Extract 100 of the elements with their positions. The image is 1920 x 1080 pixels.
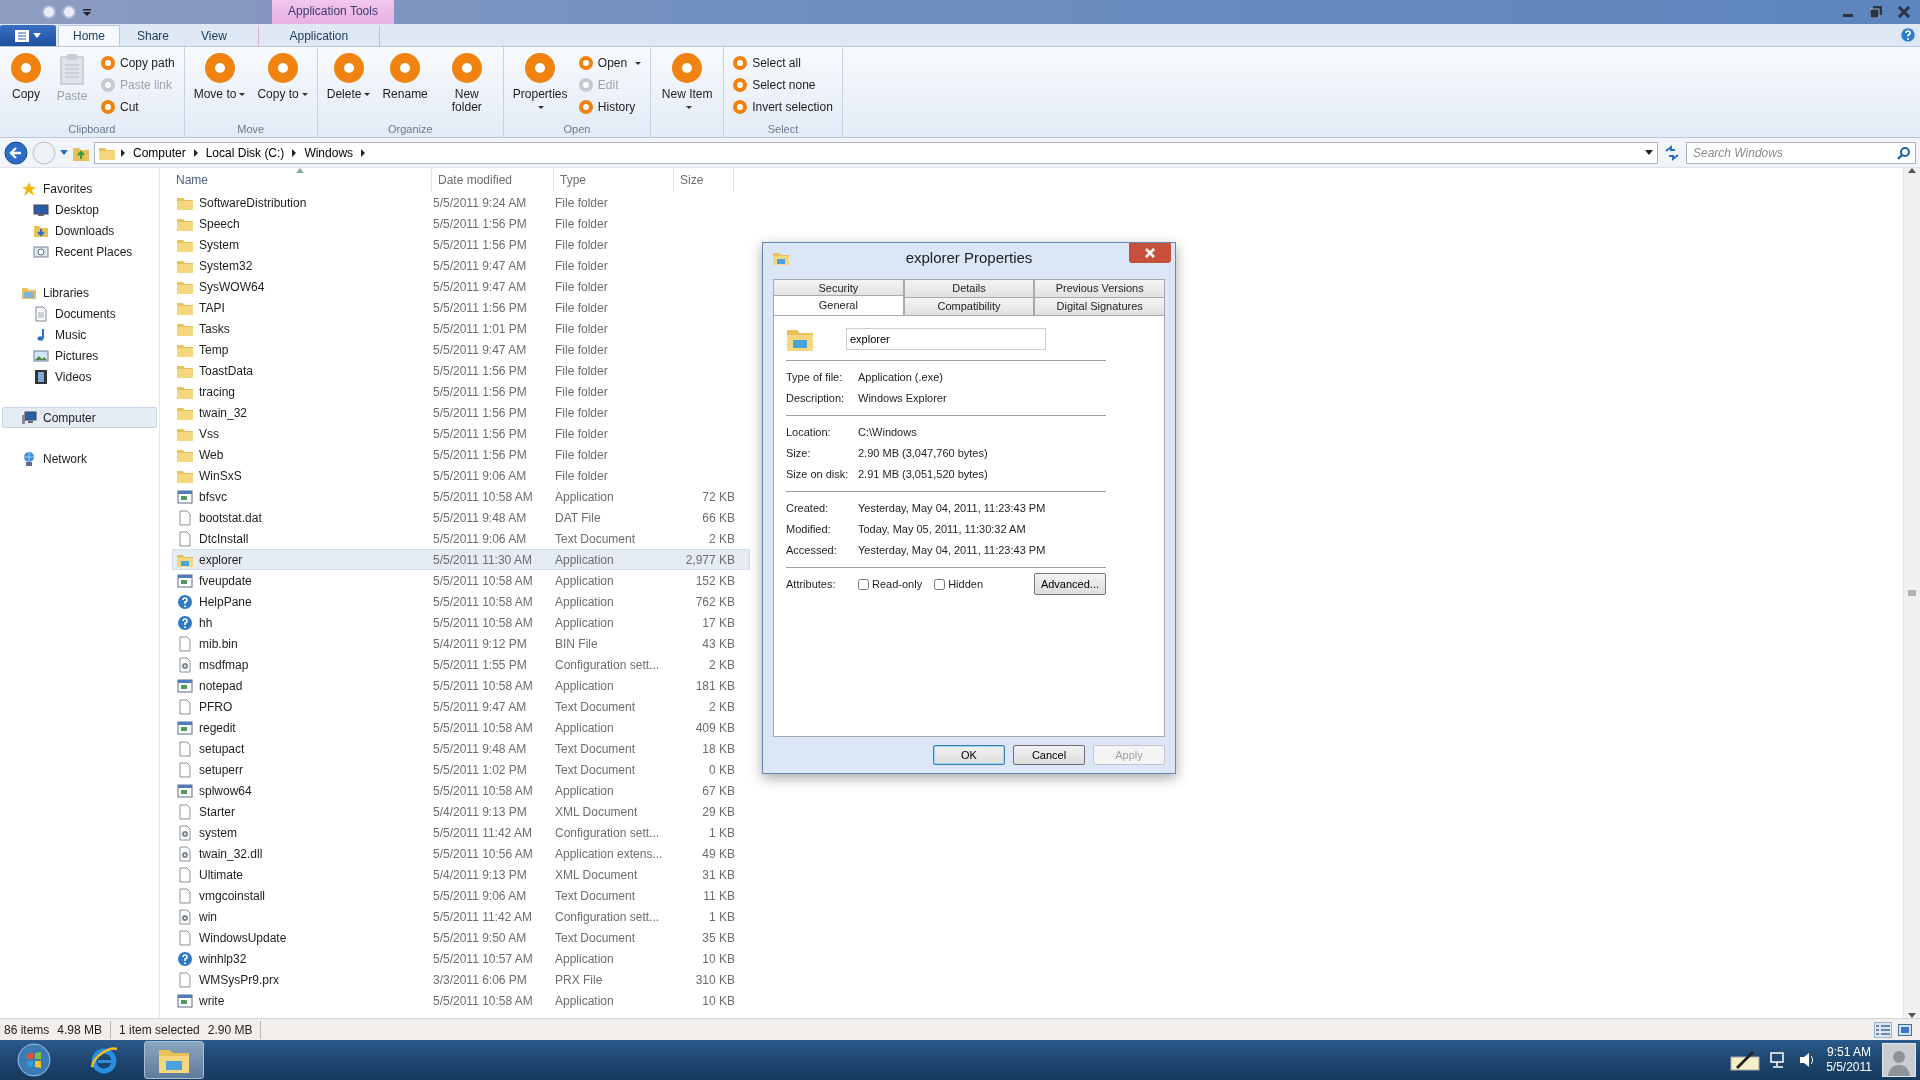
ribbon-button[interactable]: New Item [657, 51, 718, 121]
quick-access-icon[interactable] [42, 5, 56, 19]
navigation-item[interactable]: Favorites [2, 178, 157, 199]
column-header[interactable]: Date modified [432, 168, 554, 192]
breadcrumb[interactable]: Local Disk (C:) [203, 143, 287, 162]
file-row[interactable]: Starter 5/4/2011 9:13 PM XML Document 29 KB [172, 801, 750, 822]
file-row[interactable]: fveupdate 5/5/2011 10:58 AM Application 152 KB [172, 570, 750, 591]
file-row[interactable]: vmgcoinstall 5/5/2011 9:06 AM Text Document 11 KB [172, 885, 750, 906]
navigation-item[interactable]: Music [2, 324, 157, 345]
navigation-item[interactable]: Computer [2, 407, 157, 428]
file-row[interactable]: Vss 5/5/2011 1:56 PM File folder [172, 423, 750, 444]
navigation-item[interactable]: Recent Places [2, 241, 157, 262]
file-row[interactable]: write 5/5/2011 10:58 AM Application 10 KB [172, 990, 750, 1011]
restore-icon[interactable] [1870, 6, 1882, 18]
breadcrumb[interactable]: Windows [302, 143, 356, 162]
search-field[interactable]: Search Windows [1686, 141, 1916, 164]
file-row[interactable]: notepad 5/5/2011 10:58 AM Application 181 KB [172, 675, 750, 696]
file-row[interactable]: system 5/5/2011 11:42 AM Configuration sett... 1 KB [172, 822, 750, 843]
file-row[interactable]: twain_32 5/5/2011 1:56 PM File folder [172, 402, 750, 423]
navigation-item[interactable]: Downloads [2, 220, 157, 241]
file-row[interactable]: tracing 5/5/2011 1:56 PM File folder [172, 381, 750, 402]
file-row[interactable]: Ultimate 5/4/2011 9:13 PM XML Document 31 KB [172, 864, 750, 885]
column-header[interactable]: Type [554, 168, 674, 192]
file-row[interactable]: Tasks 5/5/2011 1:01 PM File folder [172, 318, 750, 339]
dialog-tab[interactable]: General [773, 295, 904, 315]
file-row[interactable]: Speech 5/5/2011 1:56 PM File folder [172, 213, 750, 234]
ribbon-button[interactable]: Cut [98, 97, 178, 117]
navigation-item[interactable]: Libraries [2, 282, 157, 303]
close-icon[interactable] [1898, 6, 1910, 18]
navigation-item[interactable]: Videos [2, 366, 157, 387]
dialog-button[interactable]: OK [933, 745, 1005, 765]
user-avatar[interactable] [1882, 1043, 1916, 1077]
file-row[interactable]: TAPI 5/5/2011 1:56 PM File folder [172, 297, 750, 318]
file-row[interactable]: setuperr 5/5/2011 1:02 PM Text Document 0 KB [172, 759, 750, 780]
file-row[interactable]: bfsvc 5/5/2011 10:58 AM Application 72 KB [172, 486, 750, 507]
dialog-button[interactable]: Cancel [1013, 745, 1085, 765]
file-row[interactable]: WMSysPr9.prx 3/3/2011 6:06 PM PRX File 310 KB [172, 969, 750, 990]
ribbon-button[interactable]: Move to [190, 51, 249, 121]
file-row[interactable]: WinSxS 5/5/2011 9:06 AM File folder [172, 465, 750, 486]
file-row[interactable]: msdfmap 5/5/2011 1:55 PM Configuration sett... 2 KB [172, 654, 750, 675]
close-button[interactable] [1129, 243, 1171, 263]
file-row[interactable]: setupact 5/5/2011 9:48 AM Text Document 18 KB [172, 738, 750, 759]
file-row[interactable]: SoftwareDistribution 5/5/2011 9:24 AM File folder [172, 192, 750, 213]
column-header[interactable]: Size [674, 168, 734, 192]
ribbon-tab[interactable]: View [186, 25, 242, 46]
file-row[interactable]: win 5/5/2011 11:42 AM Configuration sett... 1 KB [172, 906, 750, 927]
ribbon-button[interactable]: Copy to [254, 51, 311, 121]
file-row[interactable]: splwow64 5/5/2011 10:58 AM Application 67 KB [172, 780, 750, 801]
file-row[interactable]: WindowsUpdate 5/5/2011 9:50 AM Text Document 35 KB [172, 927, 750, 948]
ribbon-tab[interactable]: Share [122, 25, 185, 46]
file-row[interactable]: mib.bin 5/4/2011 9:12 PM BIN File 43 KB [172, 633, 750, 654]
ribbon-button[interactable]: Rename [379, 51, 431, 121]
ribbon-tab[interactable]: Home [58, 25, 120, 46]
advanced-button[interactable]: Advanced... [1033, 572, 1106, 596]
ribbon-button[interactable]: Properties [509, 51, 570, 121]
breadcrumb[interactable]: Computer [131, 143, 188, 162]
ribbon-button[interactable]: Copy path [98, 53, 178, 73]
navigation-item[interactable]: Documents [2, 303, 157, 324]
ribbon-button[interactable]: Delete [323, 51, 374, 121]
large-icons-view-button[interactable] [1896, 1021, 1914, 1038]
navigation-item[interactable]: Network [2, 448, 157, 469]
checkbox[interactable] [858, 578, 869, 590]
file-name-field[interactable]: explorer [846, 328, 1046, 350]
file-row[interactable]: regedit 5/5/2011 10:58 AM Application 409 KB [172, 717, 750, 738]
file-row[interactable]: ToastData 5/5/2011 1:56 PM File folder [172, 360, 750, 381]
ribbon-button[interactable]: Invert selection [730, 97, 836, 117]
file-row[interactable]: hh 5/5/2011 10:58 AM Application 17 KB [172, 612, 750, 633]
address-field[interactable]: Computer Local Disk (C:) Windows [94, 141, 1658, 164]
taskbar-app-button[interactable] [144, 1041, 204, 1079]
back-icon[interactable] [4, 140, 28, 165]
dialog-tab[interactable]: Compatibility [903, 297, 1035, 315]
caret-icon[interactable] [82, 7, 92, 17]
scrollbar[interactable] [1903, 168, 1920, 1018]
pen-input-icon[interactable] [1730, 1049, 1761, 1071]
checkbox[interactable] [934, 578, 946, 590]
file-row[interactable]: DtcInstall 5/5/2011 9:06 AM Text Document 2 KB [172, 528, 750, 549]
file-row[interactable]: winhlp32 5/5/2011 10:57 AM Application 10 KB [172, 948, 750, 969]
file-row[interactable]: explorer 5/5/2011 11:30 AM Application 2,977 KB [172, 549, 750, 570]
clock-time[interactable]: 9:51 AM [1827, 1045, 1872, 1060]
ribbon-button[interactable]: Open [575, 53, 645, 73]
caret-icon[interactable] [1645, 150, 1653, 155]
file-menu-button[interactable] [0, 25, 56, 46]
file-row[interactable]: PFRO 5/5/2011 9:47 AM Text Document 2 KB [172, 696, 750, 717]
file-row[interactable]: System 5/5/2011 1:56 PM File folder [172, 234, 750, 255]
clock-date[interactable]: 5/5/2011 [1826, 1060, 1872, 1075]
ribbon-button[interactable]: Select none [730, 75, 836, 95]
ribbon-button[interactable]: History [575, 97, 645, 117]
dialog-tab[interactable]: Digital Signatures [1034, 297, 1165, 315]
file-row[interactable]: System32 5/5/2011 9:47 AM File folder [172, 255, 750, 276]
ribbon-button[interactable]: New folder [436, 51, 497, 121]
file-row[interactable]: SysWOW64 5/5/2011 9:47 AM File folder [172, 276, 750, 297]
navigation-item[interactable]: Desktop [2, 199, 157, 220]
details-view-button[interactable] [1874, 1021, 1892, 1038]
ribbon-button[interactable]: Copy [6, 51, 46, 121]
file-row[interactable]: Web 5/5/2011 1:56 PM File folder [172, 444, 750, 465]
dialog-tab[interactable]: Details [903, 279, 1035, 297]
file-row[interactable]: twain_32.dll 5/5/2011 10:56 AM Application extens... 49 KB [172, 843, 750, 864]
ribbon-button[interactable]: Select all [730, 53, 836, 73]
dialog-tab[interactable]: Previous Versions [1034, 279, 1165, 297]
file-row[interactable]: bootstat.dat 5/5/2011 9:48 AM DAT File 66 KB [172, 507, 750, 528]
